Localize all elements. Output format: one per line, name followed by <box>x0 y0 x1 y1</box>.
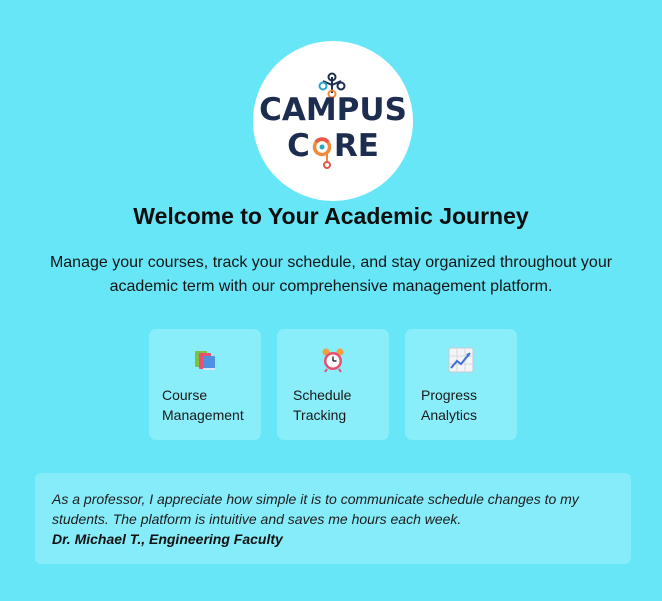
chart-increasing-icon <box>448 347 474 373</box>
testimonial-quote: As a professor, I appreciate how simple … <box>52 491 579 527</box>
campus-core-logo: CAMPUS C RE <box>253 41 413 201</box>
feature-label-line1: Schedule <box>293 387 352 403</box>
page-title: Welcome to Your Academic Journey <box>133 203 529 229</box>
alarm-clock-icon <box>322 348 344 373</box>
feature-label: Schedule Tracking <box>293 385 389 425</box>
books-icon <box>195 351 215 370</box>
logo-letter-c: C <box>287 128 310 164</box>
feature-card-progress-analytics[interactable]: Progress Analytics <box>405 329 517 440</box>
logo-letters-re: RE <box>333 128 379 164</box>
logo-wordmark-line1: CAMPUS <box>259 92 407 128</box>
feature-label-line2: Tracking <box>293 407 347 423</box>
testimonial-card: As a professor, I appreciate how simple … <box>35 473 631 564</box>
logo-wordmark-line2: C RE <box>253 128 413 164</box>
feature-card-schedule-tracking[interactable]: Schedule Tracking <box>277 329 389 440</box>
feature-label-line1: Course <box>162 387 208 403</box>
landing-page: CAMPUS C RE Welcome to Your Academic Jour… <box>0 0 662 601</box>
feature-label-line1: Progress <box>421 387 478 403</box>
testimonial-author: Dr. Michael T., Engineering Faculty <box>52 531 283 547</box>
feature-label-line2: Management <box>162 407 244 423</box>
feature-label: Course Management <box>162 385 258 425</box>
feature-card-course-management[interactable]: Course Management <box>149 329 261 440</box>
feature-label: Progress Analytics <box>421 385 517 425</box>
logo-o-ring-icon <box>312 137 332 157</box>
feature-label-line2: Analytics <box>421 407 478 423</box>
page-subtitle: Manage your courses, track your schedule… <box>49 254 613 295</box>
